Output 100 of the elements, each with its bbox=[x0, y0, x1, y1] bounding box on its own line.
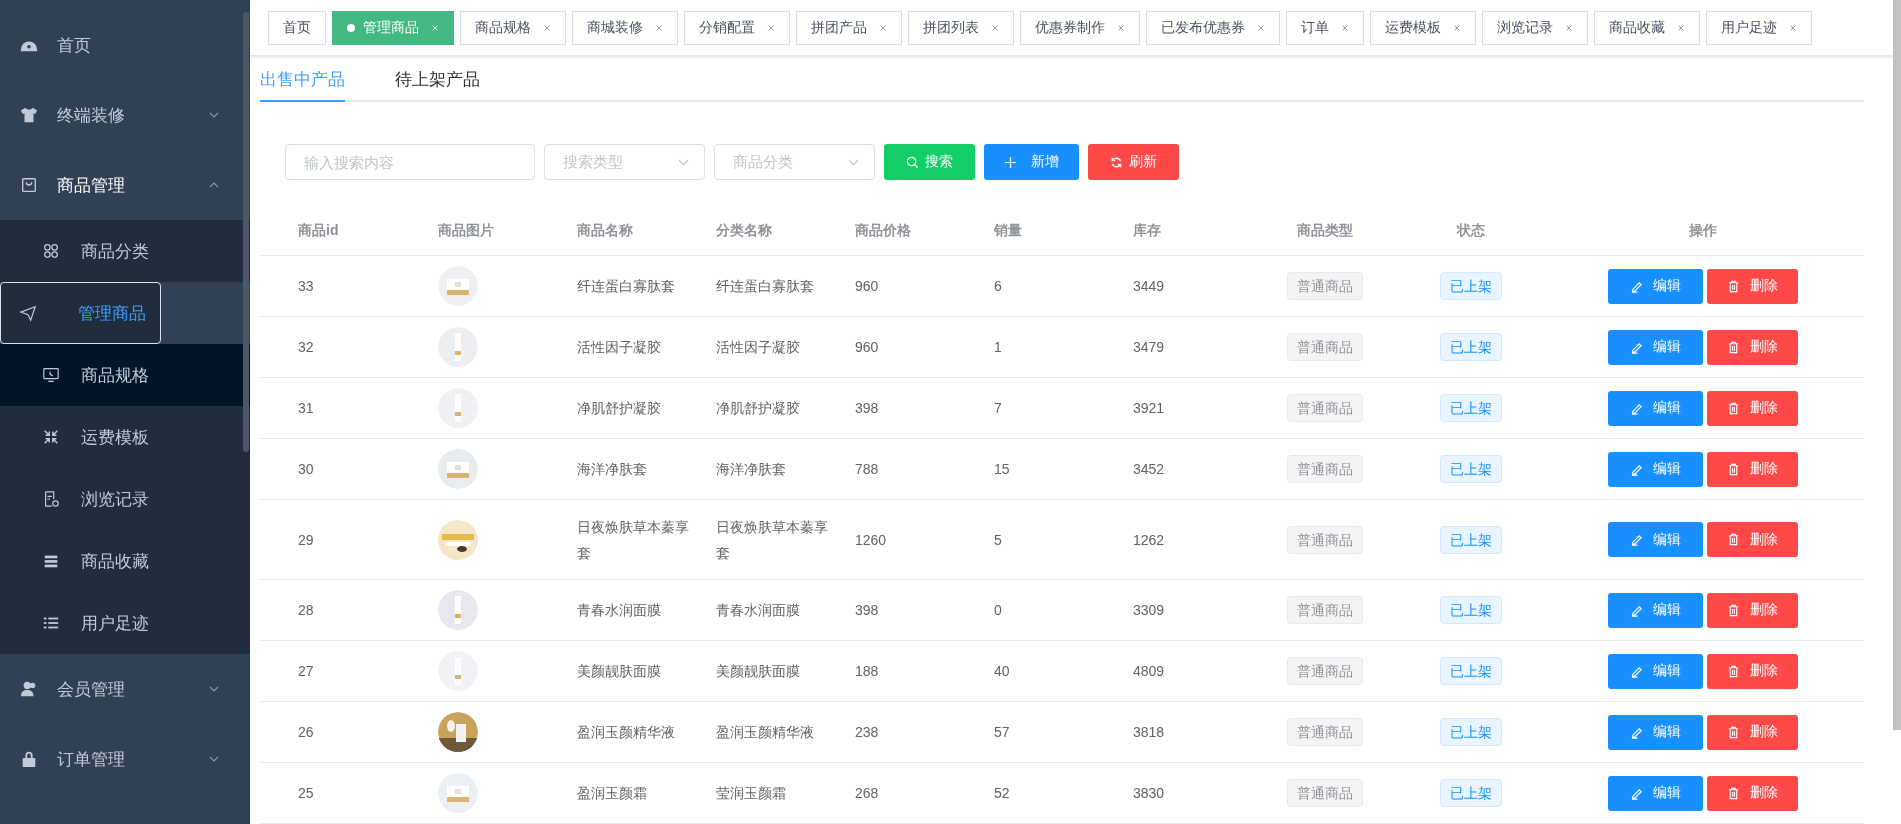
page-tag[interactable]: 已发布优惠券 bbox=[1146, 10, 1280, 45]
menu-item[interactable]: 商品管理 bbox=[0, 150, 250, 220]
table-cell: 3449 bbox=[1133, 255, 1250, 317]
trash-icon bbox=[1727, 340, 1740, 354]
table-cell: 3818 bbox=[1133, 701, 1250, 763]
type-tag: 普通商品 bbox=[1287, 525, 1363, 554]
table-cell: 52 bbox=[994, 762, 1133, 824]
close-icon[interactable] bbox=[1789, 23, 1797, 32]
submenu-item[interactable]: 商品分类 bbox=[0, 220, 250, 282]
trash-icon bbox=[1727, 725, 1740, 739]
edit-button[interactable]: 编辑 bbox=[1608, 522, 1703, 557]
pencil-icon bbox=[1630, 725, 1643, 739]
send-icon bbox=[19, 304, 37, 322]
page-tag[interactable]: 拼团列表 bbox=[908, 10, 1014, 45]
menu-item[interactable]: 终端装修 bbox=[0, 80, 250, 150]
table-cell: 1260 bbox=[855, 499, 994, 580]
edit-button[interactable]: 编辑 bbox=[1608, 268, 1703, 304]
page-tag[interactable]: 运费模板 bbox=[1370, 10, 1476, 45]
table-cell: 30 bbox=[260, 438, 438, 500]
page-tag[interactable]: 拼团产品 bbox=[796, 10, 902, 45]
close-icon[interactable] bbox=[1341, 23, 1349, 32]
table-cell: 31 bbox=[260, 377, 438, 439]
table-cell: 活性因子凝胶 bbox=[716, 316, 855, 378]
monitor-icon bbox=[42, 366, 60, 384]
edit-button[interactable]: 编辑 bbox=[1608, 775, 1703, 811]
page-tag[interactable]: 商品规格 bbox=[460, 10, 566, 45]
menu-item[interactable]: 会员管理 bbox=[0, 654, 250, 724]
table-cell: 32 bbox=[260, 316, 438, 378]
close-icon[interactable] bbox=[767, 23, 775, 32]
table-cell: 33 bbox=[260, 255, 438, 317]
table-cell: 美颜靓肤面膜 bbox=[577, 640, 716, 702]
page-tag[interactable]: 商城装修 bbox=[572, 10, 678, 45]
table-cell: 盈润玉颜精华液 bbox=[577, 701, 716, 763]
table-cell: 3309 bbox=[1133, 579, 1250, 641]
edit-button[interactable]: 编辑 bbox=[1608, 653, 1703, 689]
status-tag: 已上架 bbox=[1440, 272, 1502, 300]
page-tag[interactable]: 首页 bbox=[268, 10, 326, 45]
table-cell: 青春水润面膜 bbox=[577, 579, 716, 641]
submenu-item[interactable]: 管理商品 bbox=[0, 282, 161, 344]
scrollbar[interactable] bbox=[243, 12, 249, 452]
close-icon[interactable] bbox=[879, 23, 887, 32]
trash-icon bbox=[1727, 603, 1740, 617]
page-tag[interactable]: 订单 bbox=[1286, 10, 1364, 45]
delete-button[interactable]: 删除 bbox=[1707, 268, 1798, 304]
search-field[interactable]: 输入搜索内容 bbox=[285, 144, 535, 180]
close-icon[interactable] bbox=[1677, 23, 1685, 32]
shirt-icon bbox=[20, 106, 38, 124]
column-header: 商品类型 bbox=[1250, 206, 1400, 256]
submenu-item[interactable]: 商品收藏 bbox=[0, 530, 250, 592]
page-tag[interactable]: 用户足迹 bbox=[1706, 10, 1812, 45]
delete-button[interactable]: 删除 bbox=[1707, 775, 1798, 811]
close-icon[interactable] bbox=[1117, 23, 1125, 32]
table-cell: 268 bbox=[855, 762, 994, 824]
type-tag: 普通商品 bbox=[1287, 779, 1363, 807]
table-cell: 27 bbox=[260, 640, 438, 702]
submenu-item[interactable]: 运费模板 bbox=[0, 406, 250, 468]
delete-button[interactable]: 删除 bbox=[1707, 592, 1798, 628]
edit-button[interactable]: 编辑 bbox=[1608, 592, 1703, 628]
page-tag[interactable]: 浏览记录 bbox=[1482, 10, 1588, 45]
close-icon[interactable] bbox=[543, 23, 551, 32]
delete-button[interactable]: 删除 bbox=[1707, 653, 1798, 689]
close-icon[interactable] bbox=[1257, 23, 1265, 32]
type-tag: 普通商品 bbox=[1287, 596, 1363, 624]
tab[interactable]: 出售中产品 bbox=[260, 56, 345, 102]
menu-item[interactable]: 订单管理 bbox=[0, 724, 250, 794]
delete-button[interactable]: 删除 bbox=[1707, 451, 1798, 487]
status-tag: 已上架 bbox=[1440, 657, 1502, 685]
scrollbar[interactable] bbox=[1893, 0, 1901, 730]
pencil-icon bbox=[1630, 340, 1643, 354]
close-icon[interactable] bbox=[655, 23, 663, 32]
add-button[interactable]: 新增 bbox=[984, 144, 1079, 180]
tab[interactable]: 待上架产品 bbox=[395, 56, 480, 102]
document-icon bbox=[42, 490, 60, 508]
plus-icon bbox=[1004, 155, 1017, 169]
refresh-button[interactable]: 刷新 bbox=[1088, 144, 1179, 180]
edit-button[interactable]: 编辑 bbox=[1608, 329, 1703, 365]
status-tag: 已上架 bbox=[1440, 596, 1502, 624]
menu-item[interactable]: 首页 bbox=[0, 10, 250, 80]
page-tag[interactable]: 分销配置 bbox=[684, 10, 790, 45]
edit-button[interactable]: 编辑 bbox=[1608, 714, 1703, 750]
submenu-item[interactable]: 商品规格 bbox=[0, 344, 250, 406]
close-icon[interactable] bbox=[1565, 23, 1573, 32]
delete-button[interactable]: 删除 bbox=[1707, 522, 1798, 557]
delete-button[interactable]: 删除 bbox=[1707, 390, 1798, 426]
status-tag: 已上架 bbox=[1440, 525, 1502, 554]
edit-button[interactable]: 编辑 bbox=[1608, 390, 1703, 426]
close-icon[interactable] bbox=[1453, 23, 1461, 32]
delete-button[interactable]: 删除 bbox=[1707, 329, 1798, 365]
table-cell: 净肌舒护凝胶 bbox=[716, 377, 855, 439]
table-cell: 海洋净肤套 bbox=[577, 438, 716, 500]
table-cell: 188 bbox=[855, 640, 994, 702]
submenu-item[interactable]: 用户足迹 bbox=[0, 592, 250, 654]
delete-button[interactable]: 删除 bbox=[1707, 714, 1798, 750]
page-tag[interactable]: 商品收藏 bbox=[1594, 10, 1700, 45]
column-header: 销量 bbox=[994, 206, 1133, 256]
close-icon[interactable] bbox=[991, 23, 999, 32]
edit-button[interactable]: 编辑 bbox=[1608, 451, 1703, 487]
page-tag[interactable]: 优惠券制作 bbox=[1020, 10, 1140, 45]
table-cell: 960 bbox=[855, 255, 994, 317]
submenu-item[interactable]: 浏览记录 bbox=[0, 468, 250, 530]
